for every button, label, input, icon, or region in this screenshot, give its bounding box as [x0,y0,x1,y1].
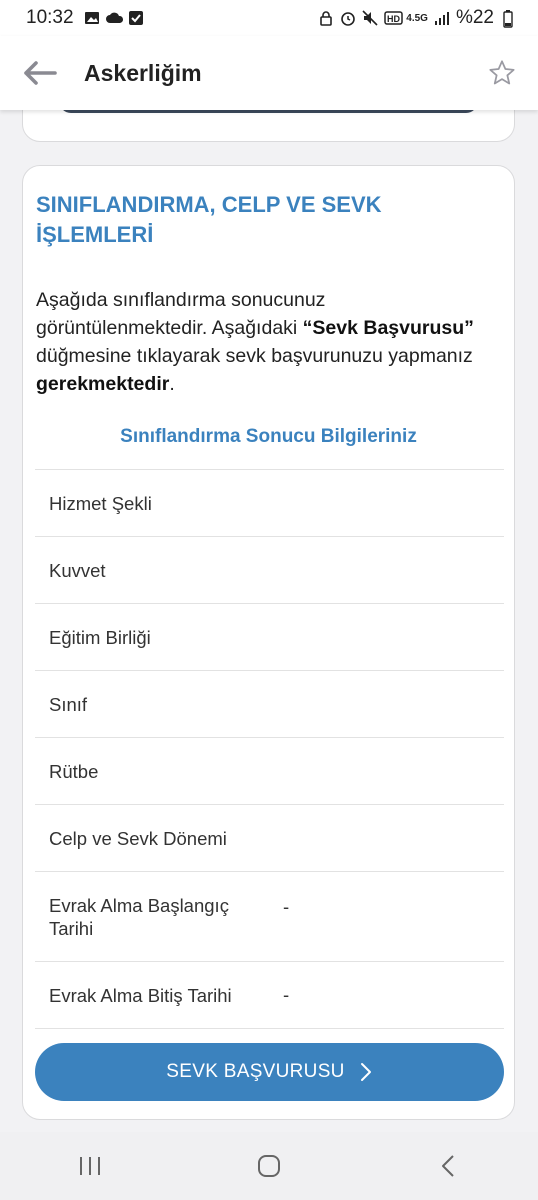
battery-level: %22 [455,7,494,28]
mute-icon [362,10,378,26]
home-icon [257,1155,280,1177]
row-label: Hizmet Şekli [49,492,152,514]
row-label: Eğitim Birliği [49,626,151,648]
section-title: Sınıflandırma Sonucu Bilgileriniz [120,426,417,447]
star-icon [489,60,515,85]
back-nav-button[interactable] [418,1146,478,1186]
battery-icon [500,10,516,28]
arrow-left-icon [24,61,57,85]
cloud-icon [105,10,123,26]
back-chevron-icon [442,1155,455,1177]
svg-text:HD: HD [387,14,400,24]
row-label: Celp ve Sevk Dönemi [49,827,227,849]
table-row: Evrak Alma Bitiş Tarihi - [35,962,504,1029]
classification-card: SINIFLANDIRMA, CELP VE SEVK İŞLEMLERİ Aş… [22,165,515,1120]
network-type: 4.5G [406,12,428,24]
table-row: Eğitim Birliği [35,604,504,671]
chevron-right-icon [360,1063,371,1081]
row-label: Rütbe [49,760,99,782]
favorite-button[interactable] [486,57,518,89]
recent-apps-icon [79,1157,100,1175]
back-button[interactable] [20,53,60,93]
row-label: Evrak Alma Bitiş Tarihi [49,984,232,1006]
table-row: Sınıf [35,671,504,738]
sevk-button-label: SEVK BAŞVURUSU [166,1061,345,1082]
home-button[interactable] [239,1146,299,1186]
row-label: Evrak Alma Başlangıç Tarihi [49,894,229,939]
card-description: Aşağıda sınıflandırma sonucunuz görüntül… [36,289,474,395]
row-label: Kuvvet [49,559,106,581]
system-nav-bar [0,1132,538,1200]
table-row: Rütbe [35,738,504,805]
table-row: Hizmet Şekli [35,470,504,537]
signal-icon [434,10,450,26]
classification-info-table: Hizmet Şekli Kuvvet Eğitim Birliği Sınıf… [35,469,504,1029]
status-time: 10:32 [26,7,74,28]
table-row: Kuvvet [35,537,504,604]
row-label: Sınıf [49,693,88,715]
lock-icon [318,10,334,26]
row-value: - [283,984,290,1005]
alarm-icon [340,10,356,26]
hd-icon: HD [384,10,404,26]
recent-apps-button[interactable] [60,1146,120,1186]
checkbox-icon [128,10,144,26]
gallery-icon [84,10,100,26]
app-bar: Askerliğim [0,36,538,110]
table-row: Celp ve Sevk Dönemi [35,805,504,872]
status-bar: 10:32 HD 4.5G %22 [0,0,538,36]
page-title: Askerliğim [84,59,202,86]
row-value: - [283,896,290,917]
table-row: Evrak Alma Başlangıç Tarihi - [35,872,504,962]
sevk-basvurusu-button[interactable]: SEVK BAŞVURUSU [35,1043,504,1101]
card-title: SINIFLANDIRMA, CELP VE SEVK İŞLEMLERİ [36,192,382,247]
